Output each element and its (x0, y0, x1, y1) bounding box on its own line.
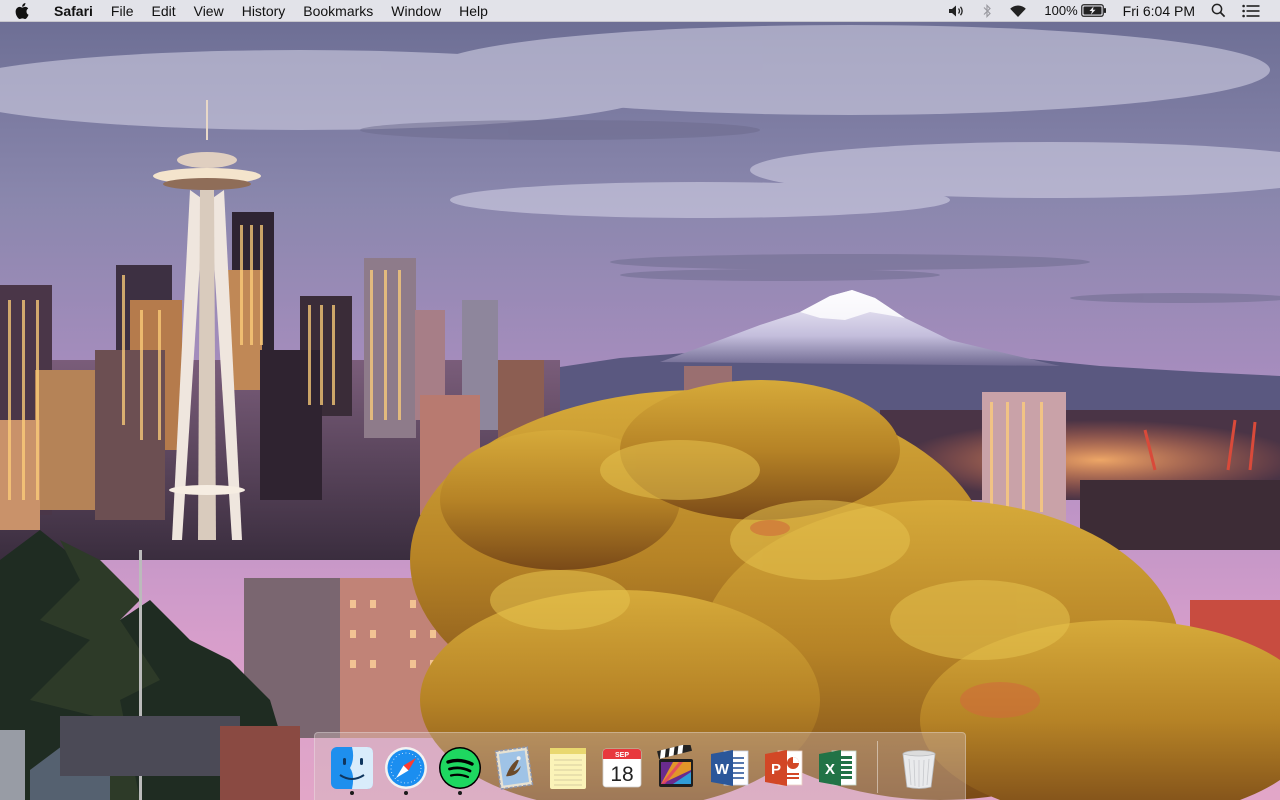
menu-help[interactable]: Help (450, 0, 497, 22)
menu-edit[interactable]: Edit (142, 0, 184, 22)
calendar-month: SEP (615, 752, 629, 759)
powerpoint-letter: P (771, 761, 781, 778)
dock-word[interactable]: W (705, 739, 755, 795)
spotify-icon (439, 746, 481, 789)
list-icon[interactable] (1234, 0, 1268, 22)
battery-status[interactable]: 100% (1036, 0, 1114, 22)
dock-trash[interactable] (894, 739, 944, 795)
battery-percent: 100% (1044, 3, 1078, 18)
calendar-day: 18 (610, 763, 633, 786)
excel-icon: X (819, 749, 857, 786)
dock-finder[interactable] (327, 739, 377, 795)
menu-bar: Safari File Edit View History Bookmarks … (0, 0, 1280, 22)
menu-app-name[interactable]: Safari (44, 0, 102, 22)
dock: SEP 18 W P X (314, 732, 966, 800)
notes-icon (550, 747, 586, 789)
menu-history[interactable]: History (233, 0, 295, 22)
dock-excel[interactable]: X (813, 739, 863, 795)
dock-mail[interactable] (489, 739, 539, 795)
safari-icon (385, 746, 427, 789)
dock-separator (877, 740, 878, 793)
excel-letter: X (825, 761, 835, 778)
dock-powerpoint[interactable]: P (759, 739, 809, 795)
calendar-icon: SEP 18 (602, 748, 642, 787)
word-icon: W (711, 749, 749, 786)
running-indicator (404, 790, 408, 795)
dock-safari[interactable] (381, 739, 431, 795)
menu-view[interactable]: View (185, 0, 233, 22)
bluetooth-icon[interactable] (974, 0, 1000, 22)
powerpoint-icon: P (765, 749, 803, 786)
running-indicator (350, 790, 354, 795)
menu-file[interactable]: File (102, 0, 143, 22)
dock-final-cut-pro[interactable] (651, 739, 701, 795)
search-icon[interactable] (1203, 0, 1234, 22)
word-letter: W (715, 761, 730, 778)
desktop-wallpaper (0, 0, 1280, 800)
battery-charging-icon (1080, 4, 1107, 17)
menu-bookmarks[interactable]: Bookmarks (294, 0, 382, 22)
mail-icon (494, 745, 534, 790)
wifi-icon[interactable] (1000, 0, 1036, 22)
running-indicator (458, 790, 462, 795)
dock-notes[interactable] (543, 739, 593, 795)
clapper-icon (657, 744, 693, 787)
trash-icon (902, 749, 936, 789)
dock-calendar[interactable]: SEP 18 (597, 739, 647, 795)
finder-icon (331, 746, 373, 789)
menu-window[interactable]: Window (382, 0, 450, 22)
clock[interactable]: Fri 6:04 PM (1115, 0, 1203, 22)
volume-icon[interactable] (940, 0, 974, 22)
dock-spotify[interactable] (435, 739, 485, 795)
apple-menu-icon[interactable] (0, 0, 44, 22)
